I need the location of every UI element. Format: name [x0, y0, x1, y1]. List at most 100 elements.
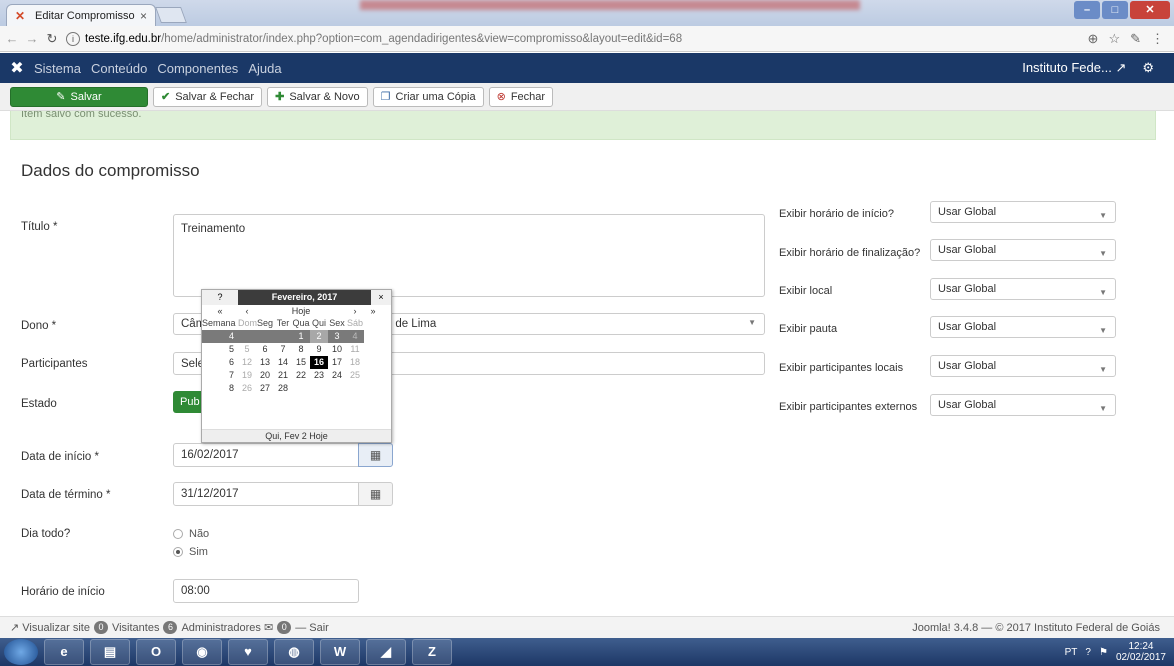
data-inicio-input[interactable]: 16/02/2017 [173, 443, 359, 467]
calendar-day[interactable]: 1 [292, 330, 310, 343]
firefox-app-icon[interactable]: ◍ [274, 639, 314, 665]
calendar-day[interactable]: 24 [328, 369, 346, 382]
calendar-day[interactable]: 18 [346, 356, 364, 369]
joomla-logo-icon[interactable]: ✖ [0, 58, 34, 78]
calendar-day[interactable]: 3 [328, 330, 346, 343]
gear-icon[interactable]: ⚙ [1142, 60, 1154, 76]
tab-close-icon[interactable]: × [140, 9, 147, 23]
calendar-day[interactable]: 23 [310, 369, 328, 382]
calendar-day[interactable]: 19 [238, 369, 256, 382]
today-button[interactable]: Hoje [256, 305, 346, 317]
url-field[interactable]: i teste.ifg.edu.br/home/administrator/in… [66, 29, 1088, 49]
save-copy-button[interactable]: ❐ Criar uma Cópia [372, 86, 484, 107]
outlook-app-icon[interactable]: O [136, 639, 176, 665]
bookmark-star-icon[interactable]: ☆ [1108, 31, 1120, 47]
save-close-button[interactable]: ✔ Salvar & Fechar [153, 86, 263, 107]
menu-componentes[interactable]: Componentes [157, 61, 238, 76]
calendar-day[interactable] [256, 330, 274, 343]
exibir-participantes-externos-select[interactable]: Usar Global ▼ [930, 394, 1116, 416]
data-termino-input[interactable]: 31/12/2017 [173, 482, 359, 506]
calendar-day-selected[interactable]: 16 [310, 356, 328, 369]
calendar-day[interactable]: 6 [256, 343, 274, 356]
save-new-button[interactable]: ✚ Salvar & Novo [267, 86, 368, 107]
chrome-app-icon[interactable]: ◉ [182, 639, 222, 665]
calendar-icon[interactable]: ▦ [358, 443, 393, 467]
calendar-help-button[interactable]: ? [202, 290, 238, 305]
tray-flag-icon[interactable]: ⚑ [1099, 647, 1108, 658]
calendar-icon[interactable]: ▦ [358, 482, 393, 506]
radio-nao[interactable]: Não [173, 528, 209, 540]
extension-icon[interactable]: ✎ [1130, 31, 1141, 47]
calendar-day[interactable]: 26 [238, 382, 256, 395]
menu-conteudo[interactable]: Conteúdo [91, 61, 147, 76]
close-button[interactable]: ⊗ Fechar [488, 86, 554, 107]
minimize-icon[interactable]: – [1074, 1, 1100, 19]
calendar-day[interactable]: 27 [256, 382, 274, 395]
new-tab-button[interactable] [155, 7, 187, 23]
help-icon[interactable]: ? [1085, 647, 1091, 658]
menu-dots-icon[interactable]: ⋮ [1151, 31, 1164, 47]
calendar-day[interactable]: 11 [346, 343, 364, 356]
calendar-day[interactable]: 20 [256, 369, 274, 382]
vpn-app-icon[interactable]: ♥ [228, 639, 268, 665]
word-app-icon[interactable]: W [320, 639, 360, 665]
titulo-textarea[interactable]: Treinamento [173, 214, 765, 297]
menu-sistema[interactable]: Sistema [34, 61, 81, 76]
menu-ajuda[interactable]: Ajuda [248, 61, 281, 76]
forward-icon[interactable]: → [24, 31, 40, 46]
horario-inicio-input[interactable]: 08:00 [173, 579, 359, 603]
site-name-link[interactable]: Instituto Fede... ↗ [1022, 60, 1126, 76]
clock[interactable]: 12:24 02/02/2017 [1116, 641, 1166, 663]
calendar-day[interactable]: 8 [292, 343, 310, 356]
exibir-pauta-select[interactable]: Usar Global ▼ [930, 316, 1116, 338]
calendar-day[interactable]: 9 [310, 343, 328, 356]
explorer-app-icon[interactable]: ▤ [90, 639, 130, 665]
calendar-day[interactable] [310, 382, 328, 395]
view-site-link[interactable]: Visualizar site [22, 622, 90, 634]
calendar-day[interactable] [238, 330, 256, 343]
messages-badge[interactable]: 0 [277, 621, 292, 634]
exibir-local-select[interactable]: Usar Global ▼ [930, 278, 1116, 300]
calendar-day[interactable]: 13 [256, 356, 274, 369]
prev-year-button[interactable]: « [202, 305, 238, 317]
save-button[interactable]: ✎ Salvar [10, 86, 148, 107]
calendar-day[interactable] [292, 382, 310, 395]
calendar-close-button[interactable]: × [371, 290, 391, 305]
logout-link[interactable]: Sair [309, 622, 329, 634]
maximize-icon[interactable]: □ [1102, 1, 1128, 19]
start-button[interactable] [4, 639, 38, 665]
calendar-day[interactable]: 28 [274, 382, 292, 395]
exibir-participantes-locais-select[interactable]: Usar Global ▼ [930, 355, 1116, 377]
filezilla-app-icon[interactable]: Z [412, 639, 452, 665]
mail-app-icon[interactable]: ◢ [366, 639, 406, 665]
calendar-day[interactable]: 22 [292, 369, 310, 382]
calendar-day[interactable] [346, 382, 364, 395]
back-icon[interactable]: ← [4, 31, 20, 46]
exibir-horario-fim-select[interactable]: Usar Global ▼ [930, 239, 1116, 261]
info-icon[interactable]: i [66, 31, 80, 46]
calendar-day[interactable]: 4 [346, 330, 364, 343]
next-year-button[interactable]: » [364, 305, 382, 317]
calendar-footer[interactable]: Qui, Fev 2 Hoje [202, 429, 391, 442]
reload-icon[interactable]: ↻ [44, 31, 60, 47]
calendar-day-today[interactable]: 2 [310, 330, 328, 343]
calendar-day[interactable]: 14 [274, 356, 292, 369]
calendar-day[interactable]: 10 [328, 343, 346, 356]
calendar-day[interactable]: 5 [238, 343, 256, 356]
calendar-day[interactable] [274, 330, 292, 343]
window-close-icon[interactable]: ✕ [1130, 1, 1170, 19]
calendar-day[interactable] [328, 382, 346, 395]
zoom-icon[interactable]: ⊕ [1088, 31, 1099, 47]
prev-month-button[interactable]: ‹ [238, 305, 256, 317]
exibir-horario-inicio-select[interactable]: Usar Global ▼ [930, 201, 1116, 223]
calendar-day[interactable]: 15 [292, 356, 310, 369]
calendar-day[interactable]: 17 [328, 356, 346, 369]
ie-app-icon[interactable]: e [44, 639, 84, 665]
calendar-day[interactable]: 21 [274, 369, 292, 382]
language-indicator[interactable]: PT [1065, 647, 1078, 658]
next-month-button[interactable]: › [346, 305, 364, 317]
calendar-day[interactable]: 12 [238, 356, 256, 369]
radio-sim[interactable]: Sim [173, 546, 208, 558]
calendar-day[interactable]: 7 [274, 343, 292, 356]
browser-tab[interactable]: ✕ Editar Compromisso × [6, 4, 156, 26]
